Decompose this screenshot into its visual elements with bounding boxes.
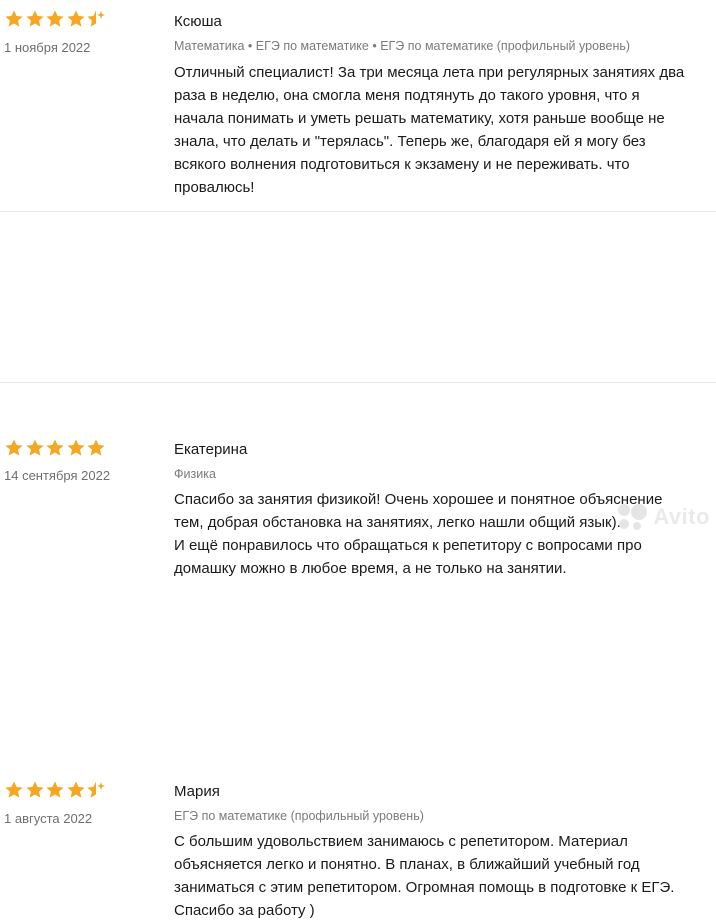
watermark-text: Avito — [653, 504, 710, 529]
review-text-line: провалюсь! — [174, 179, 255, 196]
review-text-line: объясняется легко и понятно. В планах, в… — [174, 856, 640, 873]
star-icon — [25, 781, 44, 798]
star-icon — [87, 781, 105, 798]
review-date: 1 августа 2022 — [4, 811, 93, 826]
reviewer-name: Ксюша — [174, 13, 222, 30]
star-icon — [87, 10, 105, 27]
star-icon — [66, 439, 85, 456]
review-subjects: Математика • ЕГЭ по математике • ЕГЭ по … — [174, 39, 631, 53]
star-icon — [25, 10, 44, 27]
review-text-line: всякого волнения подготовиться к экзамен… — [174, 156, 630, 173]
star-icon — [66, 10, 85, 27]
review-text-line: И ещё понравилось что обращаться к репет… — [174, 537, 642, 554]
review-text-line: Отличный специалист! За три месяца лета … — [174, 64, 685, 81]
review-text: Отличный специалист! За три месяца лета … — [174, 61, 714, 199]
divider — [0, 382, 716, 383]
rating-stars — [4, 438, 107, 458]
star-icon — [5, 781, 23, 798]
review-text-line: заниматься с этим репетитором. Огромная … — [174, 879, 675, 896]
watermark: Avito — [615, 502, 710, 532]
review-date: 14 сентября 2022 — [4, 468, 111, 483]
star-icon — [5, 10, 23, 27]
review-text-line: домашку можно в любое время, а не только… — [174, 560, 567, 577]
review-subjects: Физика — [174, 467, 216, 481]
review-text-line: начала понимать и уметь решать математик… — [174, 110, 665, 127]
review-text-line: С большим удовольствием занимаюсь с репе… — [174, 833, 628, 850]
star-icon — [66, 781, 85, 798]
divider — [0, 211, 716, 212]
review-date: 1 ноября 2022 — [4, 40, 91, 55]
avito-logo-icon — [618, 504, 648, 530]
review-text-line: Спасибо за работу ) — [174, 902, 315, 919]
star-icon — [25, 439, 44, 456]
reviewer-name: Екатерина — [174, 441, 248, 458]
rating-stars — [4, 9, 107, 29]
review-subjects: ЕГЭ по математике (профильный уровень) — [174, 809, 424, 823]
star-icon — [5, 439, 23, 456]
review-text: С большим удовольствием занимаюсь с репе… — [174, 830, 714, 922]
star-icon — [46, 439, 64, 456]
star-icon — [46, 10, 64, 27]
reviewer-name: Мария — [174, 783, 220, 800]
star-icon — [87, 439, 105, 456]
star-icon — [46, 781, 64, 798]
review-text-line: знала, что делать и "терялась". Теперь ж… — [174, 133, 646, 150]
rating-stars — [4, 780, 107, 800]
review-text-line: раза в неделю, она смогла меня подтянуть… — [174, 87, 640, 104]
